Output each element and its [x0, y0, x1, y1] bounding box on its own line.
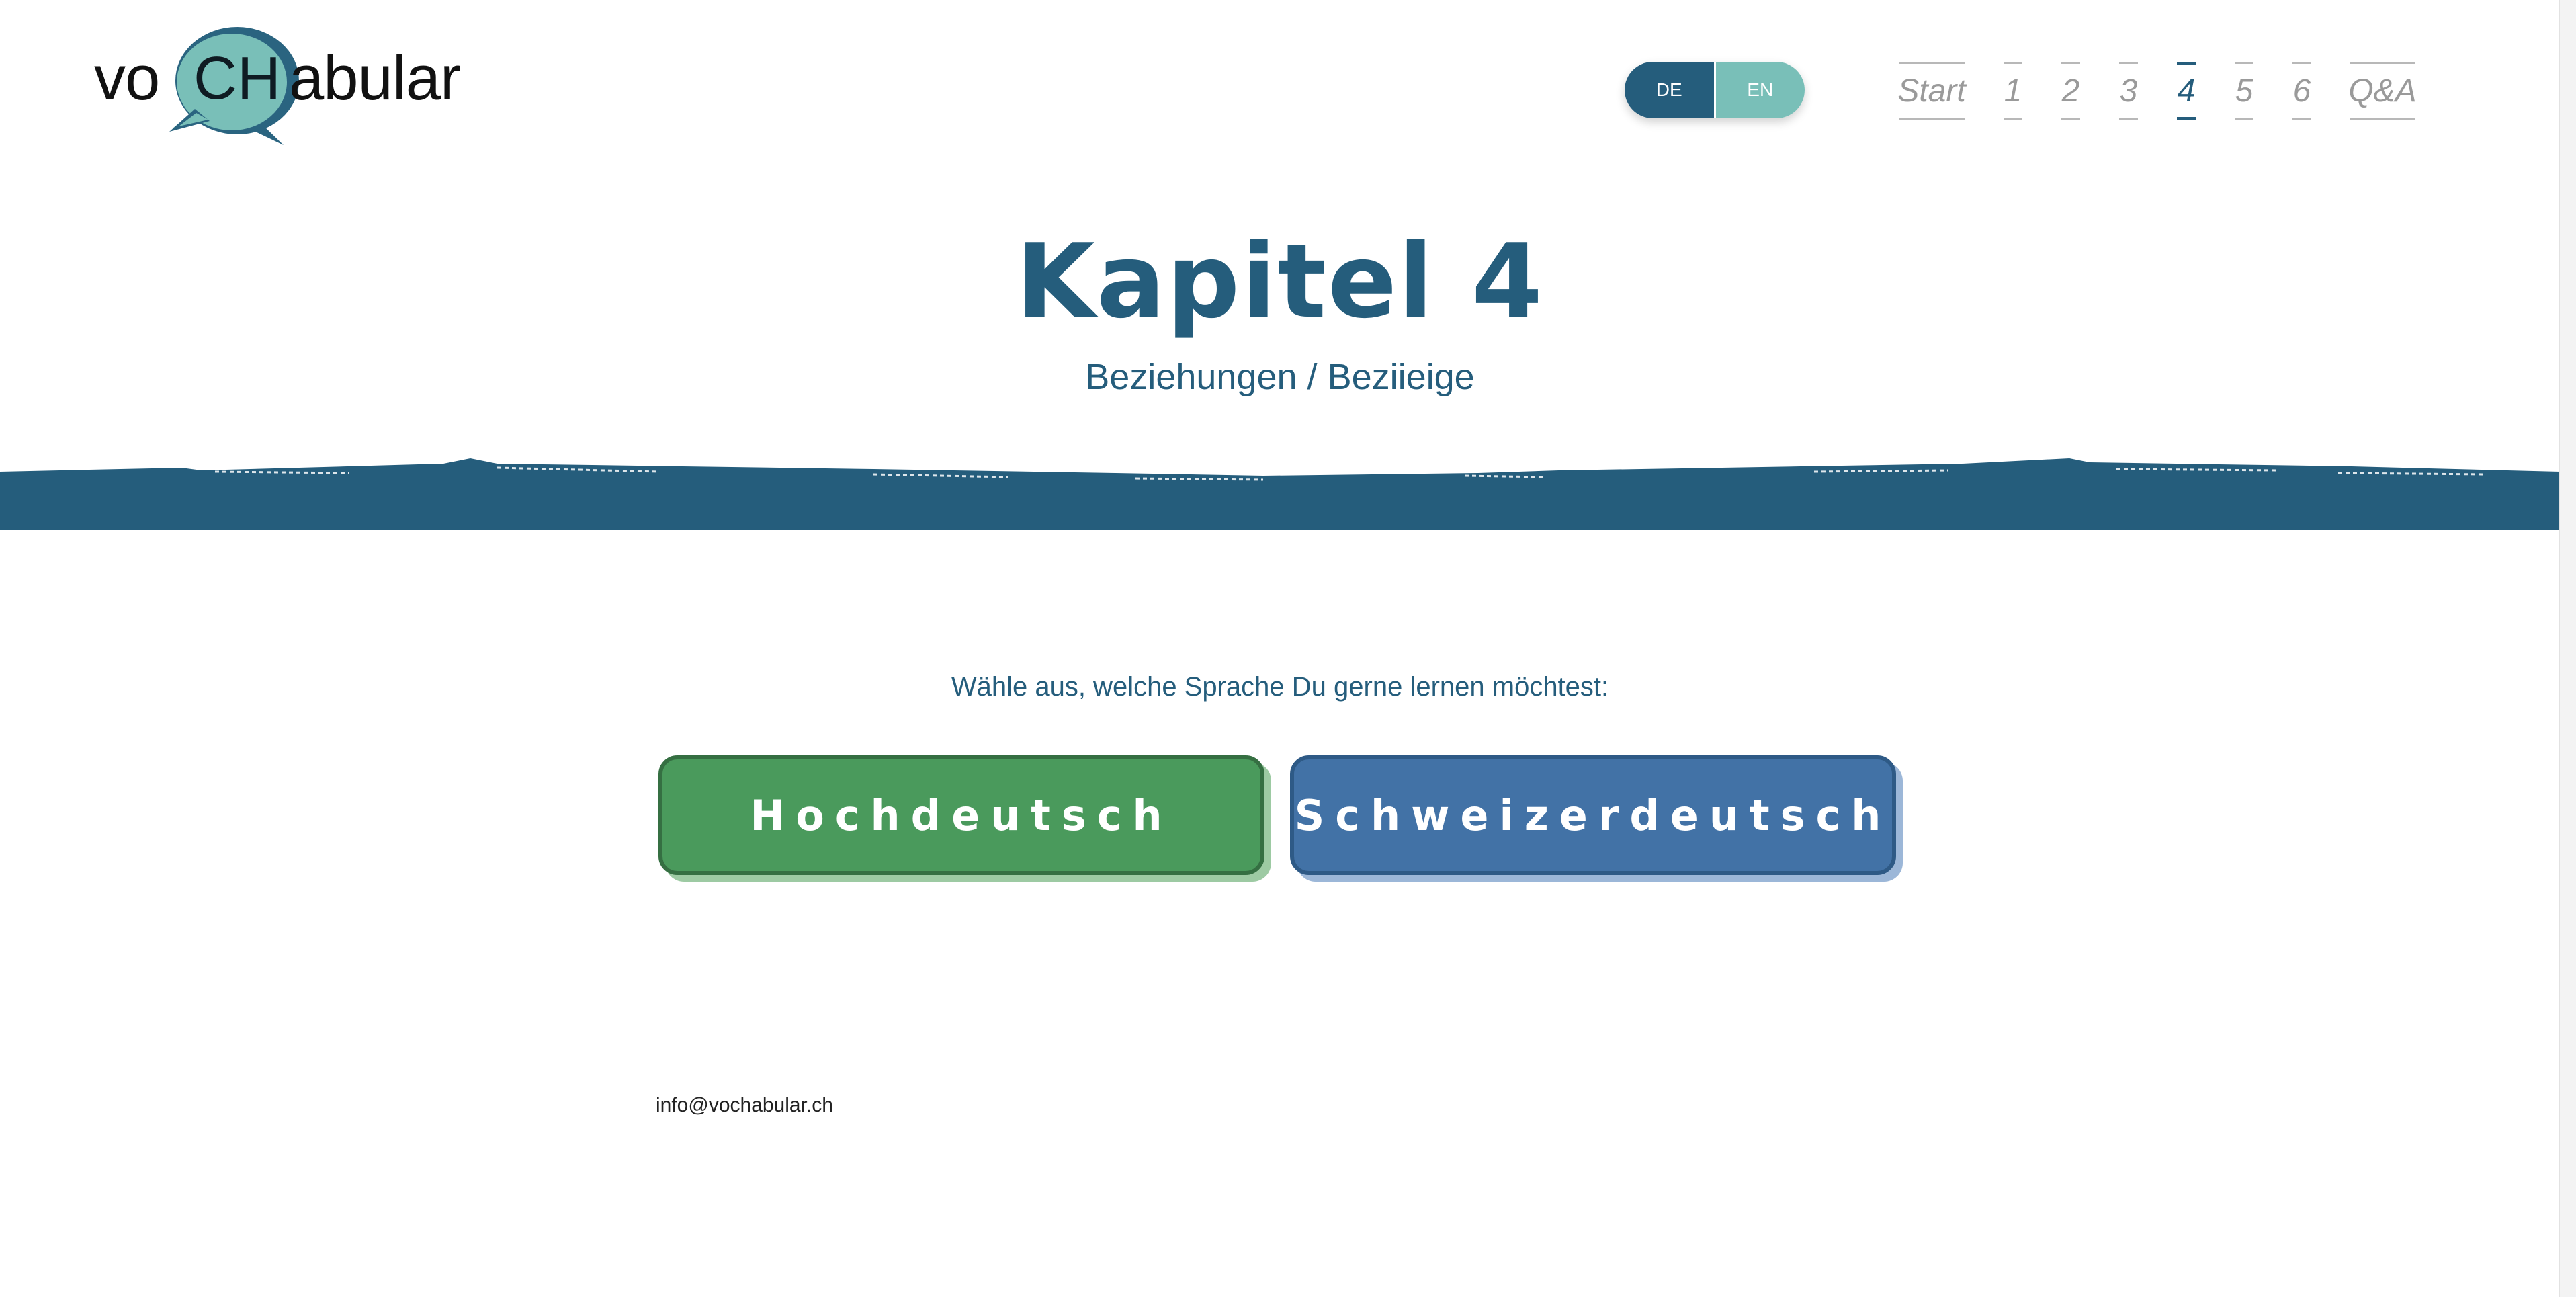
schweizerdeutsch-button[interactable]: Schweizerdeutsch [1290, 755, 1896, 875]
contact-email-link[interactable]: info@vochabular.ch [656, 1094, 833, 1117]
language-en-button[interactable]: EN [1713, 62, 1805, 118]
page-subtitle: Beziehungen / Beziieige [1085, 357, 1475, 397]
nav-item-1[interactable]: 1 [2004, 62, 2022, 120]
nav-item-qa[interactable]: Q&A [2348, 62, 2417, 120]
vertical-scrollbar[interactable] [2559, 0, 2576, 1297]
nav-item-2[interactable]: 2 [2061, 62, 2080, 120]
nav-item-start[interactable]: Start [1897, 62, 1966, 120]
vochabular-logo[interactable]: vo CH abular [94, 20, 461, 148]
nav-item-5[interactable]: 5 [2235, 62, 2253, 120]
page: vo CH abular DE EN Start 1 2 3 4 5 6 Q&A… [0, 0, 2560, 1297]
logo-text-right: abular [289, 42, 461, 113]
page-title: Kapitel 4 [1016, 222, 1544, 341]
hochdeutsch-button[interactable]: Hochdeutsch [658, 755, 1264, 875]
nav-item-4[interactable]: 4 [2177, 62, 2196, 120]
language-toggle: DE EN [1625, 62, 1805, 118]
nav-item-3[interactable]: 3 [2119, 62, 2138, 120]
chapter-nav: Start 1 2 3 4 5 6 Q&A [1897, 62, 2417, 120]
language-de-button[interactable]: DE [1625, 62, 1714, 118]
language-prompt: Wähle aus, welche Sprache Du gerne lerne… [951, 672, 1609, 702]
brush-stroke-divider [0, 458, 2560, 530]
nav-item-6[interactable]: 6 [2292, 62, 2311, 120]
logo-text-ch: CH [194, 45, 281, 112]
logo-text-left: vo [94, 42, 160, 113]
